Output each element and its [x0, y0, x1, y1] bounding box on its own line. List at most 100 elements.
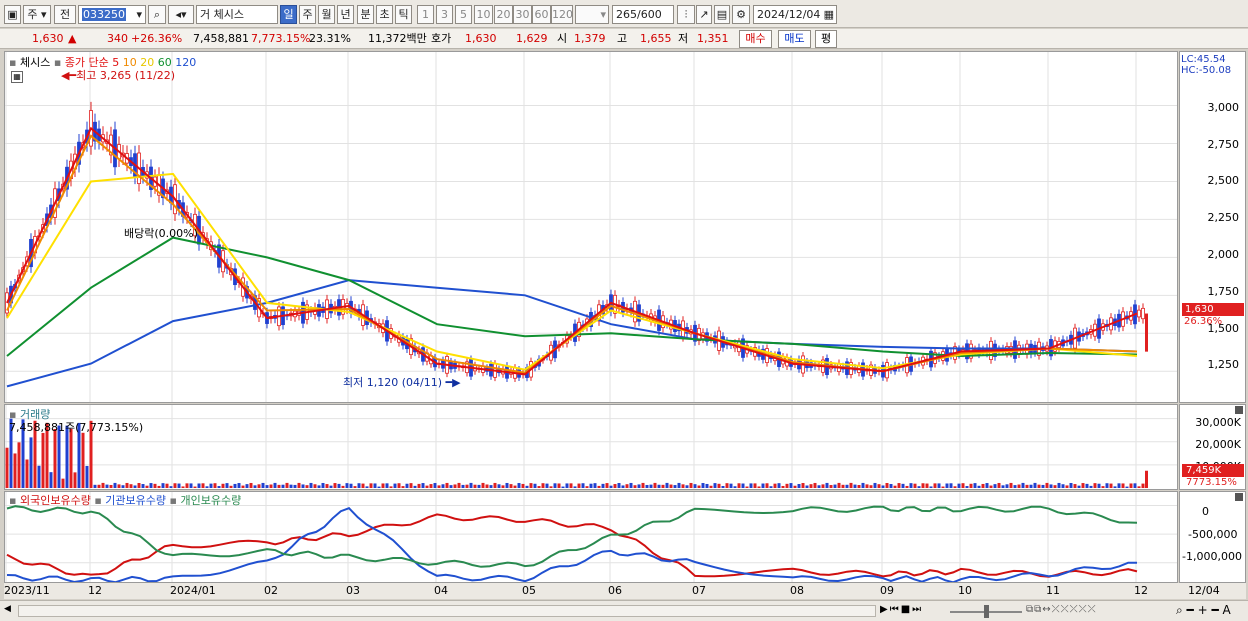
volume-bar: [953, 486, 957, 488]
legend-bullet: ▪: [169, 494, 177, 507]
volume-bar: [869, 485, 873, 488]
volume-bar: [341, 485, 345, 488]
period-second[interactable]: 초: [376, 5, 393, 24]
buy-button[interactable]: 매수: [739, 30, 772, 48]
eval-button[interactable]: 평: [815, 30, 837, 48]
period-minute[interactable]: 분: [357, 5, 374, 24]
interval-60[interactable]: 60: [532, 5, 551, 24]
zoom-slider-handle[interactable]: [984, 605, 989, 618]
scrollbar-track[interactable]: [18, 605, 876, 617]
legend-bullet: ▪: [9, 494, 17, 507]
volume-bar: [925, 483, 929, 488]
volume-bar: [141, 484, 145, 488]
pane-close-icon[interactable]: [1235, 493, 1243, 501]
volume-bar: [733, 486, 737, 488]
holdings-axis[interactable]: 0 -500,000 -1,000,000: [1179, 491, 1246, 583]
y-tick: -1,000,000: [1182, 550, 1242, 563]
volume-bar: [969, 483, 973, 488]
volume-bar: [493, 482, 497, 488]
volume-bar: [641, 482, 645, 488]
chart-tool-icons[interactable]: ⧉⧉↔⤫⤫⤫⤫⤫: [1026, 604, 1097, 615]
legend-bullet: ▪: [9, 56, 17, 69]
calendar-icon[interactable]: ▦: [824, 6, 834, 23]
interval-select[interactable]: ▾: [575, 5, 609, 24]
interval-20-label: 20: [496, 8, 511, 21]
playback-controls[interactable]: ▶⏮■⏭: [880, 604, 923, 615]
period-tick[interactable]: 틱: [395, 5, 412, 24]
table-toggle-icon[interactable]: ▦: [11, 71, 23, 83]
drawing-tool-icon[interactable]: ↗: [696, 5, 712, 24]
price-axis[interactable]: LC:45.54 HC:-50.08 3,000 2,750 2,500 2,2…: [1179, 51, 1246, 403]
volume-bar: [673, 485, 677, 488]
change-arrow: ▲: [68, 32, 77, 45]
volume-bar: [1009, 482, 1013, 488]
price-chart-pane[interactable]: ▪ 체시스 ▪ 종가 단순 5 10 20 60 120 ▦ ◀━최고 3,26…: [4, 51, 1178, 403]
high-price: 1,655: [640, 32, 672, 45]
date-field[interactable]: 2024/12/04 ▦: [753, 5, 837, 24]
interval-10[interactable]: 10: [474, 5, 493, 24]
gear-icon[interactable]: ⚙: [732, 5, 750, 24]
interval-30[interactable]: 30: [513, 5, 532, 24]
period-year[interactable]: 년: [337, 5, 354, 24]
volume-bar: [965, 486, 969, 488]
interval-1[interactable]: 1: [417, 5, 434, 24]
volume-bar: [105, 484, 109, 488]
stock-name-field[interactable]: 거 체시스: [196, 5, 278, 24]
market-select[interactable]: 주 ▾: [23, 5, 51, 24]
y-tick: 3,000: [1207, 101, 1240, 114]
volume-readout: 7,458,881주(7,773.15%): [9, 421, 144, 434]
interval-60-label: 60: [534, 8, 549, 21]
sound-icon[interactable]: ◂▾: [168, 5, 194, 24]
interval-20[interactable]: 20: [494, 5, 513, 24]
window-menu-icon[interactable]: ▣: [4, 5, 21, 24]
interval-120[interactable]: 120: [551, 5, 573, 24]
volume-bar: [613, 484, 617, 488]
volume-bar-last: [1145, 470, 1148, 488]
save-icon[interactable]: ▤: [714, 5, 730, 24]
toolbar: ▣ 주 ▾ 전 033250 ▾ ⌕ ◂▾ 거 체시스 일 주 월 년 분 초 틱…: [0, 0, 1248, 28]
arrow-right-icon: ━▶: [445, 376, 461, 389]
zoom-controls[interactable]: ⌕ ━ + ━ A: [1176, 603, 1231, 618]
candle-type-icon[interactable]: ⫶: [677, 5, 695, 24]
period-month[interactable]: 월: [318, 5, 335, 24]
legend-bullet: ▪: [94, 494, 102, 507]
holdings-legend: ▪ 외국인보유수량 ▪ 기관보유수량 ▪ 개인보유수량: [9, 492, 241, 508]
prev-button[interactable]: 전: [54, 5, 76, 24]
last-volume-ratio: 7773.15%: [1186, 477, 1237, 488]
data-count-field[interactable]: 265/600: [612, 5, 674, 24]
volume-chart-pane[interactable]: ▪ 거래량 7,458,881주(7,773.15%): [4, 404, 1178, 490]
period-day[interactable]: 일: [280, 5, 297, 24]
stock-code-input[interactable]: 033250 ▾: [78, 5, 146, 24]
volume-bar: [221, 483, 225, 488]
volume-bar: [637, 484, 641, 488]
volume-bar: [313, 484, 317, 488]
volume-bar: [1001, 485, 1005, 488]
sell-button[interactable]: 매도: [778, 30, 811, 48]
volume-bar: [373, 483, 377, 488]
volume-bar: [1097, 483, 1101, 488]
volume-bar: [837, 482, 841, 488]
interval-5[interactable]: 5: [455, 5, 472, 24]
pane-close-icon[interactable]: [1235, 406, 1243, 414]
x-tick: 10: [958, 584, 972, 597]
search-icon[interactable]: ⌕: [148, 5, 166, 24]
volume-bar: [401, 486, 405, 488]
period-week[interactable]: 주: [299, 5, 316, 24]
zoom-slider[interactable]: [950, 604, 1022, 618]
volume-bar: [489, 485, 493, 488]
volume-bar: [1093, 483, 1097, 488]
interval-3[interactable]: 3: [436, 5, 453, 24]
volume-bar: [893, 485, 897, 488]
holding-line-0: [6, 513, 1138, 578]
volume-axis[interactable]: 30,000K 20,000K 10,000K 7,459K 7773.15%: [1179, 404, 1246, 490]
volume-bar: [205, 486, 209, 488]
volume-bar: [377, 486, 381, 488]
volume-bar: [1133, 483, 1137, 488]
ask-price: 1,630: [465, 32, 497, 45]
lc-label: LC:45.54: [1181, 54, 1226, 65]
holdings-chart-pane[interactable]: ▪ 외국인보유수량 ▪ 기관보유수량 ▪ 개인보유수량: [4, 491, 1178, 584]
volume-bar: [161, 483, 165, 488]
chevron-down-icon[interactable]: ▾: [136, 6, 142, 23]
scroll-left-icon[interactable]: ◀: [4, 604, 16, 618]
volume-bar: [1117, 483, 1121, 488]
